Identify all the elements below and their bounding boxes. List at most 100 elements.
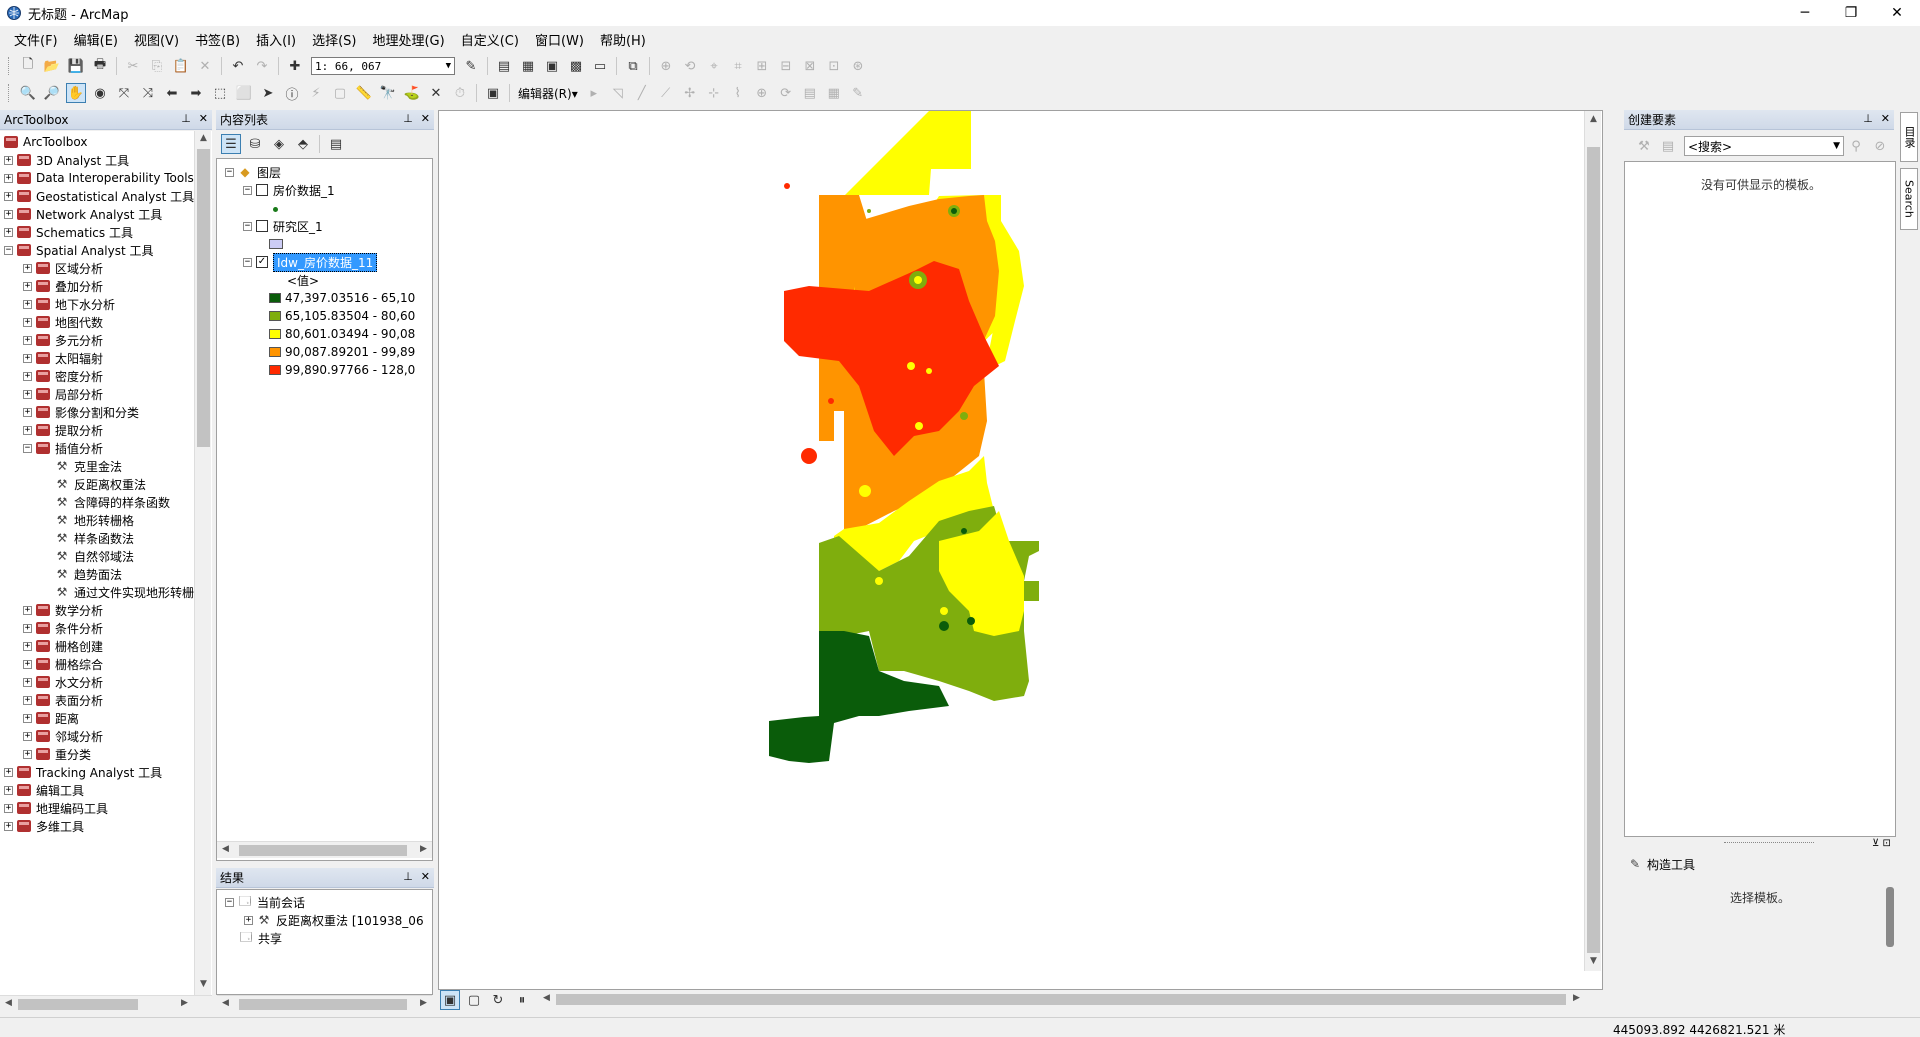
- expand-icon[interactable]: +: [23, 695, 32, 705]
- copy-icon[interactable]: ⎘: [147, 56, 167, 76]
- straight-segment-icon[interactable]: ╱: [632, 83, 652, 103]
- menu-edit[interactable]: 编辑(E): [66, 30, 126, 49]
- search-icon[interactable]: ⚲: [1846, 136, 1866, 156]
- tool-item[interactable]: ⚒ 反距离权重法: [42, 475, 146, 493]
- shift-icon[interactable]: ⊡: [824, 56, 844, 76]
- scroll-thumb[interactable]: [239, 999, 407, 1010]
- expand-icon[interactable]: +: [4, 821, 13, 831]
- delete-icon[interactable]: ✕: [195, 56, 215, 76]
- point-icon[interactable]: ✢: [680, 83, 700, 103]
- maximize-button[interactable]: ❐: [1828, 0, 1874, 26]
- rotate-tool-icon[interactable]: ⟳: [776, 83, 796, 103]
- collapse-icon[interactable]: −: [225, 167, 234, 177]
- editor-toolbar-toggle-icon[interactable]: ✎: [461, 56, 481, 76]
- tool-item[interactable]: ⚒ 含障碍的样条函数: [42, 493, 170, 511]
- list-by-selection-icon[interactable]: ⬘: [293, 134, 313, 154]
- toolset-item[interactable]: + 栅格综合: [23, 655, 103, 673]
- edit-annotation-icon[interactable]: ◹: [608, 83, 628, 103]
- expand-icon[interactable]: +: [4, 173, 13, 183]
- expand-icon[interactable]: +: [23, 677, 32, 687]
- scroll-left-arrow-icon[interactable]: ◀: [0, 998, 17, 1008]
- menu-geoprocessing[interactable]: 地理处理(G): [364, 30, 452, 49]
- cut-icon[interactable]: ✂: [123, 56, 143, 76]
- pin-icon[interactable]: ⊥: [403, 112, 413, 125]
- expand-icon[interactable]: +: [23, 623, 32, 633]
- list-by-drawing-order-icon[interactable]: ☰: [221, 134, 241, 154]
- goto-xy-icon[interactable]: ✕: [426, 83, 446, 103]
- toolbox-item[interactable]: +3D Analyst 工具: [4, 151, 129, 169]
- toolset-item[interactable]: + 区域分析: [23, 259, 103, 277]
- results-entry-row[interactable]: + ⚒ 反距离权重法 [101938_06: [244, 911, 424, 929]
- expand-icon[interactable]: +: [23, 263, 32, 273]
- time-slider-icon[interactable]: ⏱: [450, 83, 470, 103]
- fixed-zoom-in-icon[interactable]: ⤧: [114, 83, 134, 103]
- data-view-icon[interactable]: ▣: [440, 990, 460, 1010]
- scroll-thumb[interactable]: [197, 149, 210, 447]
- close-button[interactable]: ✕: [1874, 0, 1920, 26]
- update-display-icon[interactable]: ⊞: [752, 56, 772, 76]
- toolset-item[interactable]: + 局部分析: [23, 385, 103, 403]
- layer-visibility-checkbox[interactable]: [256, 184, 268, 196]
- toc-horizontal-scrollbar[interactable]: ◀ ▶: [217, 841, 432, 858]
- expand-icon[interactable]: +: [4, 191, 13, 201]
- expand-icon[interactable]: +: [4, 227, 13, 237]
- expand-icon[interactable]: +: [23, 371, 32, 381]
- expand-icon[interactable]: +: [23, 605, 32, 615]
- expand-icon[interactable]: +: [23, 299, 32, 309]
- tool-item[interactable]: ⚒ 地形转栅格: [42, 511, 134, 529]
- toolbar-grip[interactable]: [8, 57, 12, 75]
- tool-item[interactable]: ⚒ 样条函数法: [42, 529, 134, 547]
- print-icon[interactable]: 🖶: [90, 56, 110, 76]
- arctoolbox-vertical-scrollbar[interactable]: ▲ ▼: [194, 131, 211, 995]
- pause-drawing-icon[interactable]: ⏸: [512, 990, 532, 1010]
- template-search-input[interactable]: <搜索> ▼: [1684, 136, 1844, 156]
- layer-visibility-checkbox[interactable]: [256, 220, 268, 232]
- toolbox-item[interactable]: + Network Analyst 工具: [4, 205, 162, 223]
- catalog-side-tab[interactable]: 目录: [1900, 112, 1918, 162]
- save-icon[interactable]: 💾: [66, 56, 86, 76]
- scroll-right-arrow-icon[interactable]: ▶: [176, 998, 193, 1008]
- toolbox-item[interactable]: + Schematics 工具: [4, 223, 133, 241]
- redo-icon[interactable]: ↷: [252, 56, 272, 76]
- tool-item[interactable]: ⚒ 趋势面法: [42, 565, 122, 583]
- sketch-properties-icon[interactable]: ▦: [824, 83, 844, 103]
- toolset-item[interactable]: + 邻域分析: [23, 727, 103, 745]
- toc-layer-row[interactable]: − ✓ Idw_房价数据_11: [243, 252, 378, 272]
- toolbar-grip[interactable]: [8, 84, 12, 102]
- hyperlink-icon[interactable]: ⚡: [306, 83, 326, 103]
- toolbox-item[interactable]: + 多维工具: [4, 817, 84, 835]
- toolset-item[interactable]: + 密度分析: [23, 367, 103, 385]
- expand-icon[interactable]: +: [4, 155, 13, 165]
- expand-icon[interactable]: +: [23, 659, 32, 669]
- close-icon[interactable]: ✕: [199, 112, 208, 125]
- expand-icon[interactable]: +: [4, 803, 13, 813]
- scroll-right-arrow-icon[interactable]: ▶: [415, 998, 432, 1008]
- full-extent-icon[interactable]: ◉: [90, 83, 110, 103]
- scroll-up-arrow-icon[interactable]: ▲: [1585, 114, 1602, 124]
- toolbox-item[interactable]: − Spatial Analyst 工具: [4, 241, 154, 259]
- toolset-item[interactable]: + 水文分析: [23, 673, 103, 691]
- pin-icon[interactable]: ⊥: [1863, 112, 1873, 125]
- georef-icon[interactable]: ⊕: [656, 56, 676, 76]
- paste-icon[interactable]: 📋: [171, 56, 191, 76]
- trace-icon[interactable]: ⟋: [656, 83, 676, 103]
- pin-icon[interactable]: ⊥: [403, 870, 413, 883]
- expand-icon[interactable]: +: [23, 353, 32, 363]
- menu-selection[interactable]: 选择(S): [304, 30, 364, 49]
- map-vertical-scrollbar[interactable]: ▲ ▼: [1584, 111, 1601, 971]
- toolset-item[interactable]: + 地图代数: [23, 313, 103, 331]
- forward-extent-icon[interactable]: ➡: [186, 83, 206, 103]
- scroll-up-arrow-icon[interactable]: ▲: [195, 133, 212, 143]
- scroll-left-arrow-icon[interactable]: ◀: [217, 998, 234, 1008]
- toc-layer-row[interactable]: − 房价数据_1: [243, 181, 335, 199]
- scroll-right-arrow-icon[interactable]: ▶: [1568, 993, 1585, 1003]
- collapse-icon[interactable]: −: [23, 443, 32, 453]
- toolbox-item[interactable]: + 地理编码工具: [4, 799, 108, 817]
- back-extent-icon[interactable]: ⬅: [162, 83, 182, 103]
- splitter-grip[interactable]: [1724, 842, 1814, 844]
- tool-item[interactable]: ⚒ 通过文件实现地形转栅格: [42, 583, 206, 601]
- layer-visibility-checkbox[interactable]: ✓: [256, 256, 268, 268]
- toolset-item[interactable]: + 地下水分析: [23, 295, 115, 313]
- list-by-source-icon[interactable]: ⛁: [245, 134, 265, 154]
- expand-icon[interactable]: +: [244, 915, 253, 925]
